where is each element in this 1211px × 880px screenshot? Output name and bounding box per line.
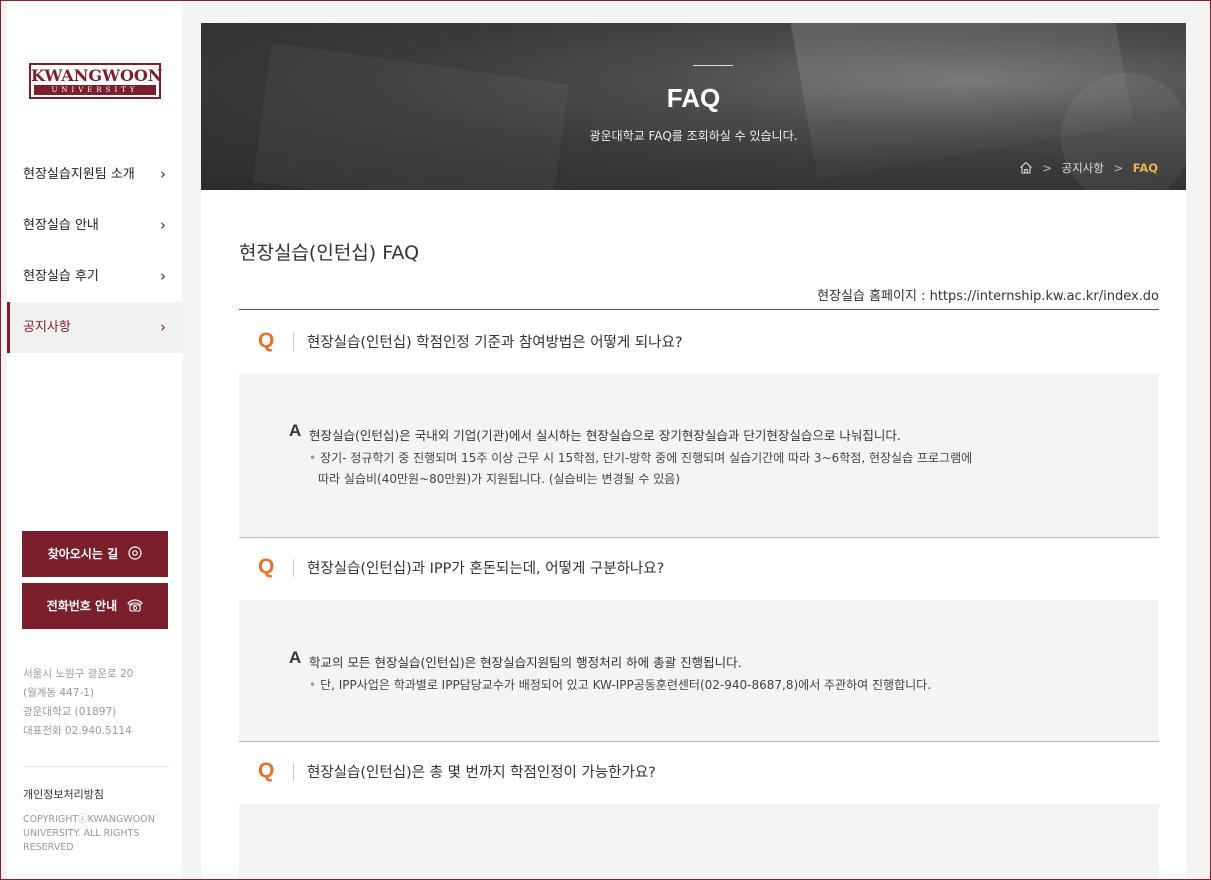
question-text: 현장실습(인턴십)은 총 몇 번까지 학점인정이 가능한가요? bbox=[307, 765, 656, 781]
sidebar-item-reviews[interactable]: 현장실습 후기 › bbox=[7, 251, 182, 302]
main-content: FAQ 광운대학교 FAQ를 조회하실 수 있습니다. > 공지사항 > FAQ… bbox=[201, 23, 1186, 879]
hero-background-shape bbox=[252, 42, 570, 190]
sidebar-nav: 현장실습지원팀 소개 › 현장실습 안내 › 현장실습 후기 › 공지사항 › bbox=[7, 149, 182, 353]
answer-detail-text: 장기- 정규학기 중 진행되며 15주 이상 근무 시 15학점, 단기-방학 … bbox=[320, 451, 973, 465]
answer-detail-text: 단, IPP사업은 학과별로 IPP담당교수가 배정되어 있고 KW-IPP공동… bbox=[320, 678, 932, 692]
question-mark-label: Q bbox=[258, 555, 275, 578]
question-text: 현장실습(인턴십) 학점인정 기준과 참여방법은 어떻게 되나요? bbox=[307, 335, 683, 351]
sidebar-item-label: 현장실습 안내 bbox=[23, 218, 99, 233]
chevron-right-icon: › bbox=[160, 216, 166, 234]
sidebar-item-label: 현장실습지원팀 소개 bbox=[23, 167, 135, 182]
faq-question-2[interactable]: Q 현장실습(인턴십)과 IPP가 혼돈되는데, 어떻게 구분하나요? bbox=[239, 538, 1159, 600]
sidebar-item-team-intro[interactable]: 현장실습지원팀 소개 › bbox=[7, 149, 182, 200]
location-pin-icon bbox=[128, 546, 142, 562]
answer-detail-line: • 장기- 정규학기 중 진행되며 15주 이상 근무 시 15학점, 단기-방학… bbox=[309, 448, 1089, 469]
hero-divider bbox=[693, 65, 733, 66]
question-mark-label: Q bbox=[258, 329, 275, 352]
sidebar: KWANGWOON UNIVERSITY 현장실습지원팀 소개 › 현장실습 안… bbox=[7, 1, 182, 879]
university-logo[interactable]: KWANGWOON UNIVERSITY bbox=[29, 63, 163, 99]
sidebar-item-notices[interactable]: 공지사항 › bbox=[7, 302, 182, 353]
faq-answer-1: A 현장실습(인턴십)은 국내외 기업(기관)에서 실시하는 현장실습으로 장기… bbox=[239, 374, 1159, 538]
sidebar-item-guide[interactable]: 현장실습 안내 › bbox=[7, 200, 182, 251]
question-text: 현장실습(인턴십)과 IPP가 혼돈되는데, 어떻게 구분하나요? bbox=[307, 561, 665, 577]
question-mark-label: Q bbox=[258, 759, 275, 782]
address-block: 서울시 노원구 광운로 20 (월계동 447-1) 광운대학교 (01897)… bbox=[23, 665, 173, 741]
page-title: FAQ bbox=[666, 83, 721, 113]
chevron-right-icon: › bbox=[160, 318, 166, 336]
question-divider bbox=[293, 559, 294, 577]
breadcrumb-item[interactable]: 공지사항 bbox=[1062, 161, 1104, 175]
homepage-link[interactable]: 현장실습 홈페이지 : https://internship.kw.ac.kr/… bbox=[817, 285, 1159, 304]
phone-info-button[interactable]: 전화번호 안내 bbox=[22, 583, 168, 629]
section-title: 현장실습(인턴십) FAQ bbox=[239, 242, 420, 264]
answer-mark-label: A bbox=[289, 421, 302, 440]
phone-info-button-label: 전화번호 안내 bbox=[46, 599, 118, 613]
answer-text: 현장실습(인턴십)은 국내외 기업(기관)에서 실시하는 현장실습으로 장기현장… bbox=[309, 428, 901, 443]
breadcrumb: > 공지사항 > FAQ bbox=[1019, 160, 1158, 177]
list-top-divider bbox=[239, 309, 1159, 310]
logo-subtitle: UNIVERSITY bbox=[34, 85, 156, 95]
faq-question-3[interactable]: Q 현장실습(인턴십)은 총 몇 번까지 학점인정이 가능한가요? bbox=[239, 742, 1159, 804]
breadcrumb-separator-icon: > bbox=[1042, 161, 1052, 175]
telephone-icon bbox=[127, 598, 144, 614]
page-subtitle: 광운대학교 FAQ를 조회하실 수 있습니다. bbox=[589, 129, 798, 143]
breadcrumb-current: FAQ bbox=[1132, 161, 1158, 175]
answer-detail-line: 따라 실습비(40만원~80만원)가 지원됩니다. (실습비는 변경될 수 있음… bbox=[318, 472, 681, 486]
faq-question-1[interactable]: Q 현장실습(인턴십) 학점인정 기준과 참여방법은 어떻게 되나요? bbox=[239, 312, 1159, 374]
answer-text: 학교의 모든 현장실습(인턴십)은 현장실습지원팀의 행정처리 하에 총괄 진행… bbox=[309, 655, 742, 670]
answer-detail-line: • 단, IPP사업은 학과별로 IPP담당교수가 배정되어 있고 KW-IPP공… bbox=[309, 675, 1089, 696]
bullet-dot-icon: • bbox=[309, 678, 317, 692]
logo-wordmark: KWANGWOON bbox=[31, 66, 163, 85]
address-line: 광운대학교 (01897) bbox=[23, 706, 117, 718]
copyright-text: COPYRIGHTⓒKWANGWOON UNIVERSITY. ALL RIGH… bbox=[23, 814, 155, 853]
directions-button-label: 찾아오시는 길 bbox=[47, 547, 119, 561]
chevron-right-icon: › bbox=[160, 165, 166, 183]
chevron-right-icon: › bbox=[160, 267, 166, 285]
sidebar-item-label: 현장실습 후기 bbox=[23, 269, 99, 284]
home-icon[interactable] bbox=[1019, 161, 1033, 177]
question-divider bbox=[293, 333, 294, 351]
directions-button[interactable]: 찾아오시는 길 bbox=[22, 531, 168, 577]
page-frame: KWANGWOON UNIVERSITY 현장실습지원팀 소개 › 현장실습 안… bbox=[0, 0, 1211, 880]
question-divider bbox=[293, 763, 294, 781]
hero-banner: FAQ 광운대학교 FAQ를 조회하실 수 있습니다. > 공지사항 > FAQ bbox=[201, 23, 1186, 190]
sidebar-divider bbox=[23, 766, 169, 767]
answer-detail: • 장기- 정규학기 중 진행되며 15주 이상 근무 시 15학점, 단기-방학… bbox=[309, 448, 1089, 490]
address-line: (월계동 447-1) bbox=[23, 687, 95, 699]
address-line: 대표전화 02.940.5114 bbox=[23, 725, 132, 737]
address-line: 서울시 노원구 광운로 20 bbox=[23, 668, 134, 680]
faq-answer-3 bbox=[239, 804, 1159, 879]
answer-detail: • 단, IPP사업은 학과별로 IPP담당교수가 배정되어 있고 KW-IPP공… bbox=[309, 675, 1089, 696]
answer-mark-label: A bbox=[289, 648, 302, 667]
faq-answer-2: A 학교의 모든 현장실습(인턴십)은 현장실습지원팀의 행정처리 하에 총괄 … bbox=[239, 600, 1159, 742]
sidebar-item-label: 공지사항 bbox=[23, 320, 71, 335]
breadcrumb-separator-icon: > bbox=[1113, 161, 1124, 175]
privacy-policy-link[interactable]: 개인정보처리방침 bbox=[23, 786, 104, 802]
bullet-dot-icon: • bbox=[309, 451, 317, 465]
